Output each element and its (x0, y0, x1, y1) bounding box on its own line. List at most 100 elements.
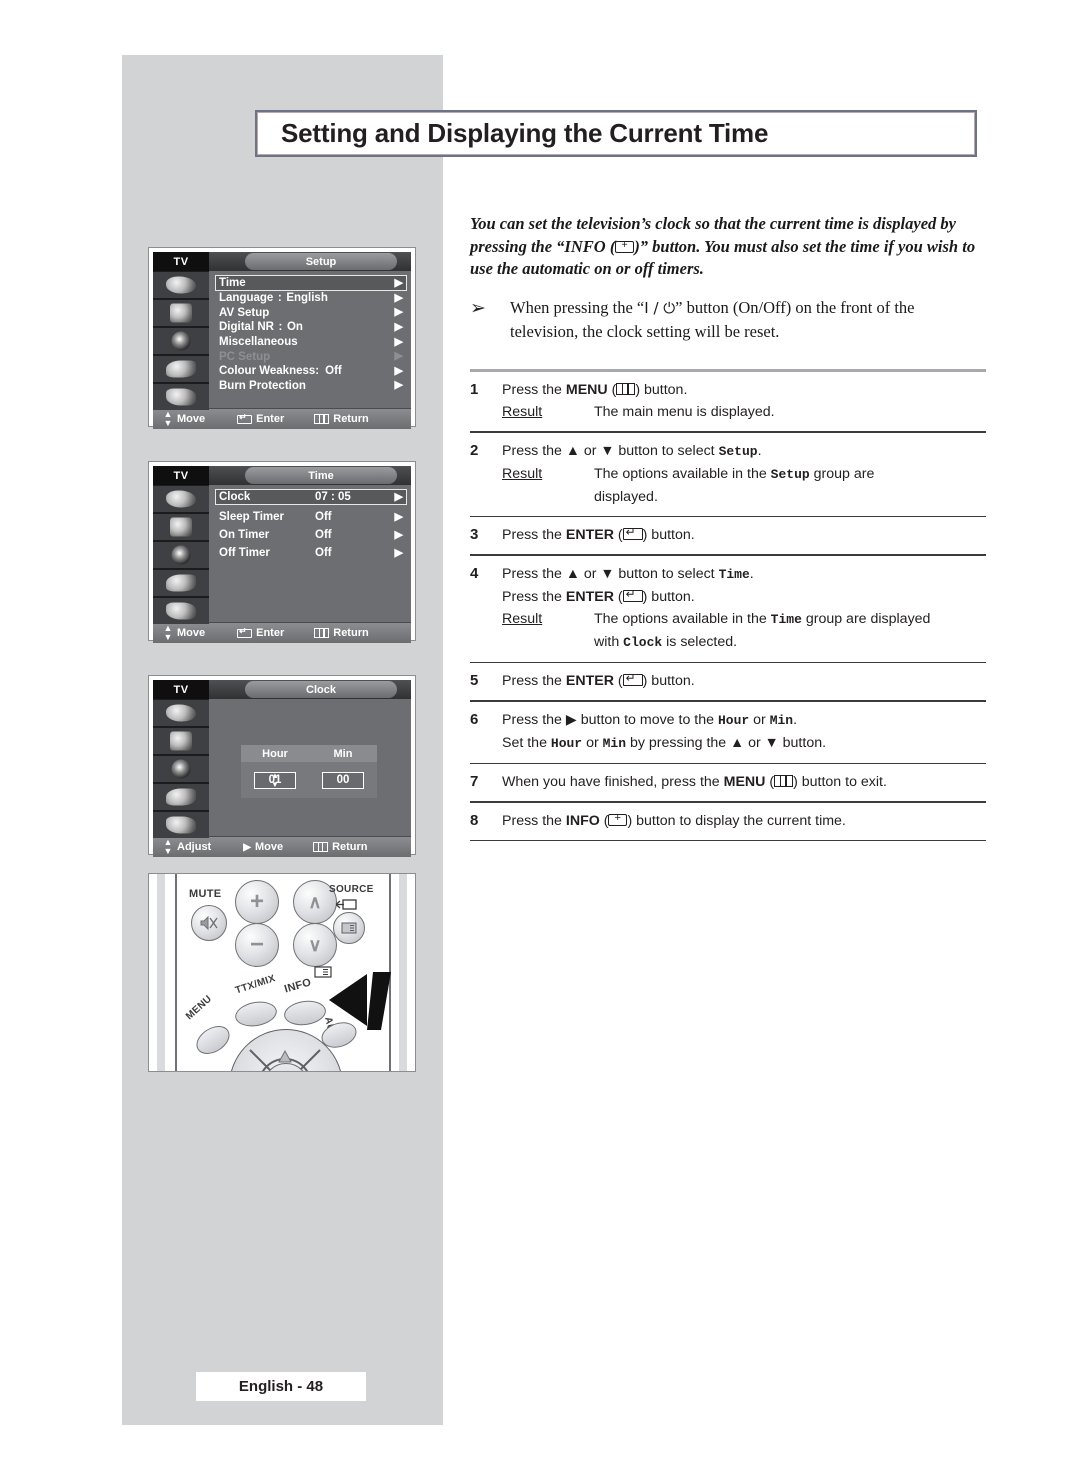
step-7-body: When you have finished, press the MENU (… (502, 771, 986, 793)
osd-time-row-on-timer[interactable]: On Timer Off ▶ (219, 526, 403, 544)
enter-icon (622, 587, 643, 602)
step-1-menu-word: MENU (565, 382, 608, 398)
rail-tv-icon[interactable] (153, 300, 209, 326)
osd-time-header: TV Time (153, 466, 411, 485)
step-6-text-f: by pressing the ▲ or ▼ button. (626, 734, 827, 751)
osd-time-row-clock-label: Clock (219, 491, 251, 503)
rail-setup-icon[interactable] (153, 598, 209, 624)
remote-ttx-mix-label: TTX/MIX (234, 973, 277, 997)
info-button[interactable] (282, 998, 328, 1028)
osd-setup-row-pc-setup-label: PC Setup (219, 350, 271, 363)
osd-time-footer-enter: Enter (237, 626, 284, 639)
chevron-up-icon: ∧ (308, 891, 322, 912)
menu-icon (774, 775, 794, 787)
down-arrow-icon[interactable]: ▼ (271, 780, 279, 789)
osd-clock-icon-rail (153, 699, 209, 838)
step-6-text-d: Set the (502, 734, 551, 751)
chevron-right-icon: ▶ (394, 320, 403, 333)
step-2-result-label: Result (502, 465, 543, 482)
osd-time-title: Time (245, 467, 397, 484)
osd-clock-footer-adjust: ▲ ▼ Adjust (163, 837, 212, 856)
remote-left-edge (157, 874, 165, 1071)
note-bullet-icon: ➢ (470, 298, 486, 319)
step-3-number: 3 (470, 526, 479, 543)
step-4-result-d: is selected. (662, 633, 738, 650)
osd-setup-row-time[interactable]: Time ▶ (215, 275, 407, 291)
osd-setup-rows: Time ▶ Language : English ▶ AV Setup ▶ D… (209, 271, 411, 408)
clock-hour-label: Hour (262, 747, 288, 760)
osd-clock-body: Hour Min ▲ 01 ▼ 00 (153, 699, 411, 838)
rail-sound-icon[interactable] (153, 328, 209, 354)
osd-setup-row-colour-weakness[interactable]: Colour Weakness: Off ▶ (219, 364, 403, 379)
step-2-result-b: group are (809, 465, 875, 482)
clock-min-label: Min (333, 747, 353, 760)
clock-set-fields: ▲ 01 ▼ 00 (241, 762, 377, 798)
step-6-text-c: . (793, 711, 798, 728)
up-down-arrows-icon: ▲ ▼ (163, 837, 173, 856)
osd-time-menu: TV Time Clock 07 : 05 ▶ Sleep Timer Off (148, 461, 416, 643)
osd-setup-row-burn-protection[interactable]: Burn Protection ▶ (219, 379, 403, 394)
step-2-code-setup: Setup (718, 443, 758, 459)
osd-time-row-off-timer-label: Off Timer (219, 547, 270, 559)
rail-channel-icon[interactable] (153, 570, 209, 596)
source-button[interactable] (333, 912, 365, 944)
clock-hour-cell[interactable]: ▲ 01 ▼ (241, 771, 309, 789)
step-4-line-1: Press the ▲ or ▼ button to select Time. (502, 563, 986, 586)
clock-min-cell[interactable]: 00 (309, 771, 377, 789)
osd-time-row-sleep-timer[interactable]: Sleep Timer Off ▶ (219, 508, 403, 526)
rail-picture-icon[interactable] (153, 700, 209, 726)
step-1-result-label: Result (502, 404, 543, 420)
rail-picture-icon[interactable] (153, 272, 209, 298)
step-3-text-a: Press the (502, 527, 566, 543)
step-7-menu-word: MENU (723, 774, 766, 790)
step-2-result-code: Setup (770, 466, 810, 482)
step-2-text-a: Press the ▲ or ▼ button to select (502, 442, 719, 459)
osd-time-row-off-timer[interactable]: Off Timer Off ▶ (219, 544, 403, 562)
rail-picture-icon[interactable] (153, 486, 209, 512)
rail-channel-icon[interactable] (153, 356, 209, 382)
chevron-right-icon: ▶ (394, 510, 403, 523)
osd-setup-row-digital-nr-value: On (286, 321, 303, 334)
osd-time-row-clock[interactable]: Clock 07 : 05 ▶ (215, 489, 407, 505)
rail-setup-icon[interactable] (153, 812, 209, 838)
rail-setup-icon[interactable] (153, 384, 209, 410)
channel-down-button[interactable]: ∨ (293, 923, 337, 967)
osd-setup-title: Setup (245, 253, 397, 270)
rail-sound-icon[interactable] (153, 542, 209, 568)
step-4-number: 4 (470, 564, 479, 582)
rail-sound-icon[interactable] (153, 756, 209, 782)
mute-button[interactable] (191, 905, 227, 941)
osd-setup-device-label: TV (153, 252, 209, 271)
enter-icon (622, 671, 643, 686)
menu-icon (616, 383, 636, 395)
osd-clock-footer-adjust-label: Adjust (177, 841, 212, 853)
step-5-text-b: ) button. (642, 673, 695, 689)
step-6-line-1: Press the ▶ button to move to the Hour o… (502, 709, 986, 732)
osd-setup-row-miscellaneous[interactable]: Miscellaneous ▶ (219, 335, 403, 350)
rail-tv-icon[interactable] (153, 514, 209, 540)
volume-up-button[interactable]: + (235, 880, 279, 924)
osd-setup-row-av-setup[interactable]: AV Setup ▶ (219, 306, 403, 321)
volume-down-button[interactable]: − (235, 923, 279, 967)
step-4-text-c: Press the (502, 588, 566, 605)
step-3-line-1: Press the ENTER () button. (502, 524, 986, 546)
note-text: When pressing the “I / ⏻” button (On/Off… (510, 296, 986, 344)
rail-tv-icon[interactable] (153, 728, 209, 754)
osd-setup-footer-return: Return (314, 413, 369, 425)
osd-time-body: Clock 07 : 05 ▶ Sleep Timer Off ▶ On Tim… (153, 485, 411, 624)
osd-setup-row-miscellaneous-label: Miscellaneous (219, 336, 298, 349)
remote-info-label: INFO (283, 976, 313, 996)
step-6-line-2: Set the Hour or Min by pressing the ▲ or… (502, 732, 986, 755)
step-2-body: Press the ▲ or ▼ button to select Setup.… (502, 440, 986, 508)
osd-time-inner: TV Time Clock 07 : 05 ▶ Sleep Timer Off (153, 466, 411, 643)
osd-setup-row-burn-protection-label: Burn Protection (219, 379, 306, 392)
ttx-mix-button[interactable] (233, 998, 279, 1030)
osd-setup-row-language[interactable]: Language : English ▶ (219, 291, 403, 306)
clock-min-field[interactable]: 00 (322, 771, 364, 789)
up-arrow-icon[interactable]: ▲ (271, 771, 279, 780)
step-5-body: Press the ENTER () button. (502, 670, 986, 692)
osd-setup-row-digital-nr[interactable]: Digital NR : On ▶ (219, 320, 403, 335)
rail-channel-icon[interactable] (153, 784, 209, 810)
plus-icon: + (249, 888, 264, 915)
osd-time-footer-move: ▲ ▼ Move (163, 624, 206, 642)
